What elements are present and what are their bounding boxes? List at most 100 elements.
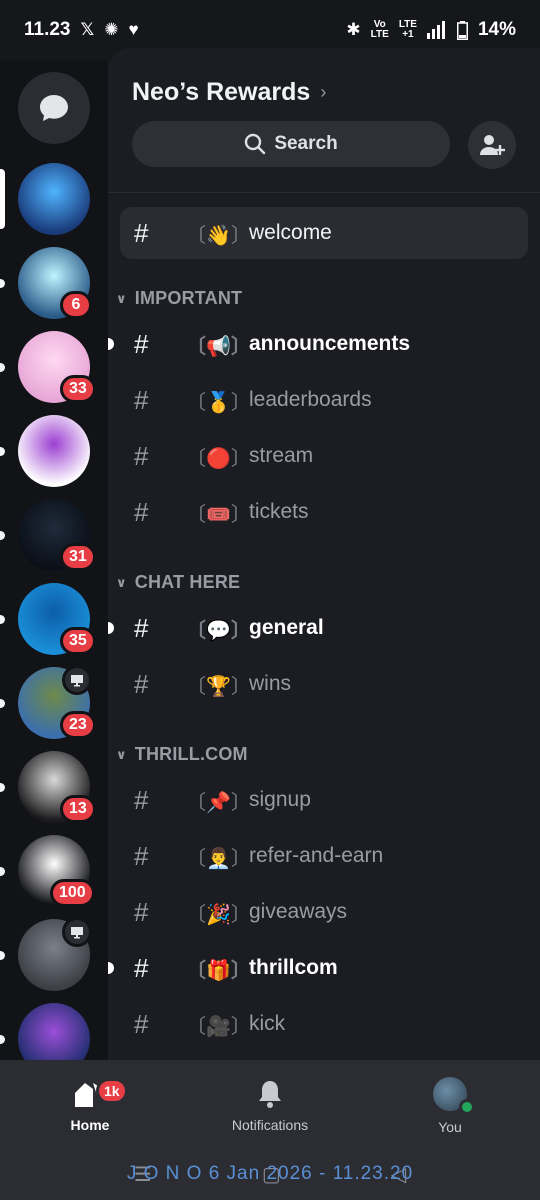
heart-icon: ♥ xyxy=(128,20,139,39)
search-button[interactable]: Search xyxy=(132,121,450,167)
system-nav-bar: ☰ ▢ ◁ J O N O 6 Jan 2026 - 11.23.20 xyxy=(0,1152,540,1200)
bottom-nav: Home 1k Notifications You xyxy=(0,1060,540,1152)
server-rail: 6 33 31 35 23 13 100 xyxy=(0,60,108,1060)
channel-announcements[interactable]: # 〔📢〕 announcements xyxy=(108,318,540,370)
unread-indicator xyxy=(0,615,5,624)
channel-panel: Neo’s Rewards › Search # 〔👋〕 welcome ∨ IM… xyxy=(108,48,540,1060)
channel-label: general xyxy=(249,616,324,639)
mention-badge: 6 xyxy=(60,291,92,319)
home-badge: 1k xyxy=(96,1078,128,1104)
unread-indicator xyxy=(0,447,5,456)
status-time: 11.23 xyxy=(24,19,71,40)
selected-server-indicator xyxy=(0,169,5,229)
tab-home-label: Home xyxy=(70,1117,110,1133)
battery-percent: 14% xyxy=(477,19,516,40)
channel-label: giveaways xyxy=(249,900,348,923)
tab-you-label: You xyxy=(438,1119,462,1135)
channel-emoji: 〔🏆〕 xyxy=(186,675,251,698)
invite-members-button[interactable] xyxy=(468,121,516,169)
category-header[interactable]: ∨ CHAT HERE xyxy=(116,572,240,593)
unread-indicator xyxy=(0,699,5,708)
channel-emoji: 〔🥇〕 xyxy=(186,391,251,414)
tab-notifications[interactable]: Notifications xyxy=(180,1060,360,1152)
channel-refer-and-earn[interactable]: # 〔👨‍💼〕 refer-and-earn xyxy=(108,830,540,882)
mention-badge: 23 xyxy=(60,711,96,739)
unread-indicator xyxy=(0,531,5,540)
channel-label: signup xyxy=(249,788,311,811)
channel-label: tickets xyxy=(249,500,309,523)
channel-giveaways[interactable]: # 〔🎉〕 giveaways xyxy=(108,886,540,938)
tab-you[interactable]: You xyxy=(360,1060,540,1152)
timestamp-watermark: J O N O 6 Jan 2026 - 11.23.20 xyxy=(126,1163,414,1184)
channel-tickets[interactable]: # 〔🎟️〕 tickets xyxy=(108,486,540,538)
screen-share-icon xyxy=(62,665,92,695)
channel-kick[interactable]: # 〔🎥〕 kick xyxy=(108,998,540,1050)
unread-indicator xyxy=(108,962,114,974)
channel-label: stream xyxy=(249,444,314,467)
hash-icon: # xyxy=(134,496,149,527)
chat-bubble-icon xyxy=(40,95,68,121)
hash-icon: # xyxy=(134,896,149,927)
channel-emoji: 〔🔴〕 xyxy=(186,447,251,470)
server-icon[interactable] xyxy=(18,1003,90,1060)
mention-badge: 35 xyxy=(60,627,96,655)
channel-emoji: 〔👨‍💼〕 xyxy=(186,847,251,870)
hash-icon: # xyxy=(134,952,149,983)
hash-icon: # xyxy=(134,440,149,471)
mention-badge: 100 xyxy=(50,879,95,907)
channel-leaderboards[interactable]: # 〔🥇〕 leaderboards xyxy=(108,374,540,426)
chevron-down-icon: ∨ xyxy=(116,574,127,590)
channel-emoji: 〔💬〕 xyxy=(186,619,251,642)
hash-icon: # xyxy=(134,1008,149,1039)
search-icon xyxy=(245,133,266,155)
hash-icon: # xyxy=(134,328,149,359)
header-divider xyxy=(108,192,540,193)
server-icon[interactable] xyxy=(18,163,90,235)
channel-emoji: 〔📢〕 xyxy=(186,335,251,358)
channel-label: wins xyxy=(249,672,292,695)
hash-icon: # xyxy=(134,784,149,815)
volte-indicator: Vo LTE xyxy=(370,19,389,40)
channel-emoji: 〔📌〕 xyxy=(186,791,251,814)
channel-general[interactable]: # 〔💬〕 general xyxy=(108,602,540,654)
x-icon: 𝕏 xyxy=(80,20,95,39)
channel-thrillcom[interactable]: # 〔🎁〕 thrillcom xyxy=(108,942,540,994)
unread-indicator xyxy=(0,1035,5,1044)
tab-notifications-label: Notifications xyxy=(231,1117,309,1133)
channel-label: welcome xyxy=(249,221,332,244)
channel-label: leaderboards xyxy=(249,388,372,411)
channel-emoji: 〔🎟️〕 xyxy=(186,503,251,526)
channel-emoji: 〔🎁〕 xyxy=(186,959,251,982)
online-status-icon xyxy=(459,1099,475,1115)
channel-welcome[interactable]: # 〔👋〕 welcome xyxy=(120,207,528,259)
mention-badge: 13 xyxy=(60,795,96,823)
add-user-icon xyxy=(480,135,505,155)
category-header[interactable]: ∨ THRILL.COM xyxy=(116,744,248,765)
channel-signup[interactable]: # 〔📌〕 signup xyxy=(108,774,540,826)
channel-label: refer-and-earn xyxy=(249,844,384,867)
channel-wins[interactable]: # 〔🏆〕 wins xyxy=(108,658,540,710)
screen-share-icon xyxy=(62,917,92,947)
channel-stream[interactable]: # 〔🔴〕 stream xyxy=(108,430,540,482)
tab-home[interactable]: Home 1k xyxy=(0,1060,180,1152)
category-label: IMPORTANT xyxy=(134,288,243,308)
channel-label: thrillcom xyxy=(249,956,338,979)
server-icon[interactable] xyxy=(18,415,90,487)
chevron-down-icon: ∨ xyxy=(116,290,127,306)
direct-messages-button[interactable] xyxy=(18,72,90,144)
server-header[interactable]: Neo’s Rewards › xyxy=(132,78,326,107)
channel-label: kick xyxy=(249,1012,286,1035)
hash-icon: # xyxy=(134,384,149,415)
unread-indicator xyxy=(0,279,5,288)
unread-indicator xyxy=(0,363,5,372)
category-header[interactable]: ∨ IMPORTANT xyxy=(116,288,242,309)
avatar xyxy=(433,1077,475,1115)
channel-emoji: 〔🎥〕 xyxy=(186,1015,251,1038)
aperture-icon: ✺ xyxy=(104,20,119,39)
category-label: CHAT HERE xyxy=(134,572,241,592)
bell-icon xyxy=(259,1081,281,1108)
search-label: Search xyxy=(274,133,338,154)
hash-icon: # xyxy=(134,668,149,699)
unread-indicator xyxy=(0,951,5,960)
mention-badge: 31 xyxy=(60,543,96,571)
